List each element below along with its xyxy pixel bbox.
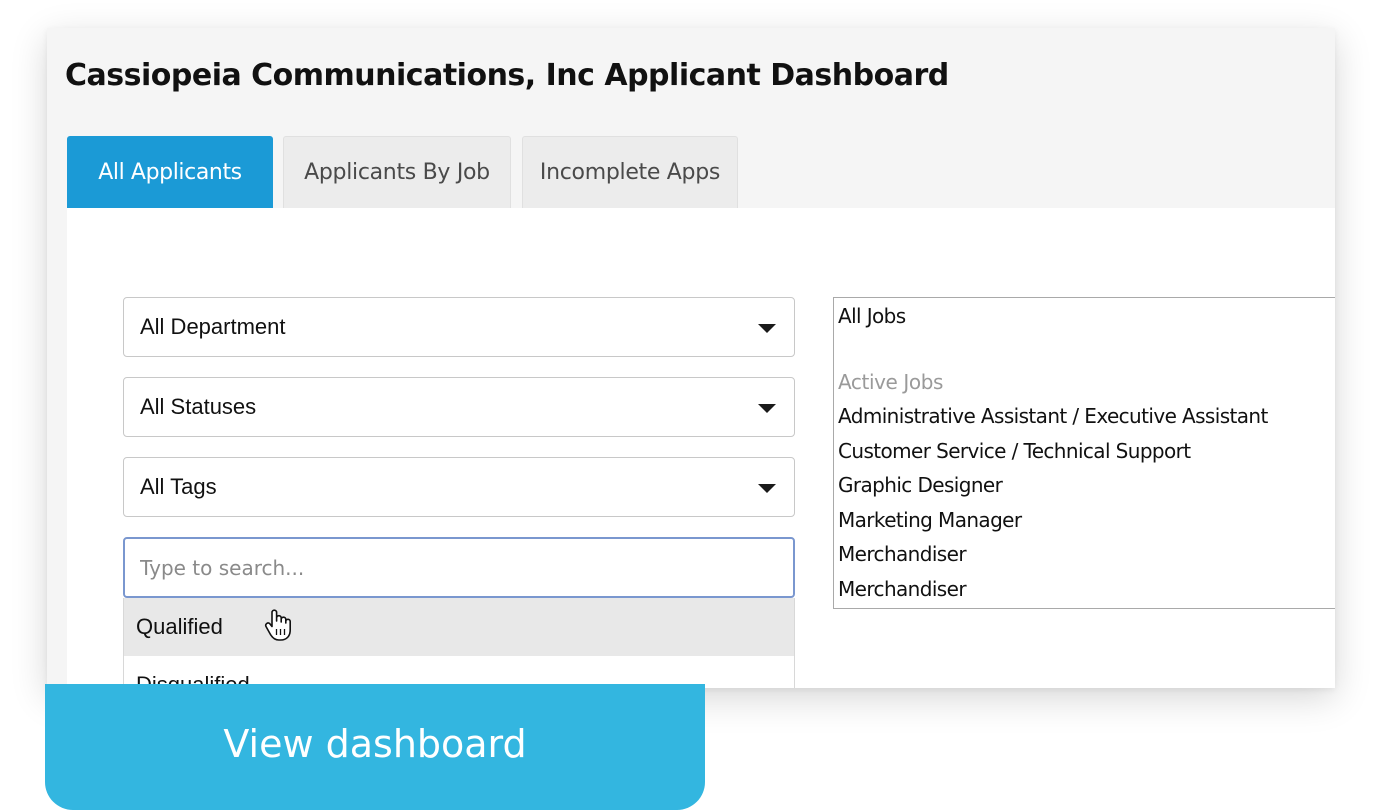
caret-down-icon	[758, 484, 776, 493]
tags-select-value: All Tags	[140, 474, 217, 499]
jobs-option[interactable]: Graphic Designer	[838, 468, 1335, 503]
dropdown-option-label: Qualified	[136, 614, 223, 639]
department-select-value: All Department	[140, 314, 286, 339]
caret-down-icon	[758, 324, 776, 333]
jobs-listbox[interactable]: All Jobs Active Jobs Administrative Assi…	[833, 297, 1335, 609]
status-select[interactable]: All Statuses	[123, 377, 795, 437]
tag-search-input[interactable]	[123, 537, 795, 598]
tags-select[interactable]: All Tags	[123, 457, 795, 517]
view-dashboard-button[interactable]: View dashboard	[45, 684, 705, 810]
jobs-option[interactable]: Merchandiser	[838, 537, 1335, 572]
jobs-option-all[interactable]: All Jobs	[838, 303, 1335, 329]
status-select-value: All Statuses	[140, 394, 257, 419]
jobs-option[interactable]: Administrative Assistant / Executive Ass…	[838, 399, 1335, 434]
jobs-group-label: Active Jobs	[838, 370, 944, 394]
hand-cursor-icon	[264, 609, 291, 641]
jobs-option[interactable]: Customer Service / Technical Support	[838, 434, 1335, 469]
caret-down-icon	[758, 404, 776, 413]
dropdown-option-qualified[interactable]: Qualified	[124, 598, 794, 656]
tab-all-applicants[interactable]: All Applicants	[67, 136, 273, 208]
page-title: Cassiopeia Communications, Inc Applicant…	[65, 58, 949, 93]
tab-incomplete-apps[interactable]: Incomplete Apps	[522, 136, 738, 208]
filters-panel: All Department All Statuses All Tags Qua…	[67, 208, 1335, 688]
tab-applicants-by-job[interactable]: Applicants By Job	[283, 136, 511, 208]
tag-search-dropdown: Qualified Disqualified	[123, 598, 795, 688]
jobs-option[interactable]: Merchandiser	[838, 572, 1335, 607]
department-select[interactable]: All Department	[123, 297, 795, 357]
dashboard-card: Cassiopeia Communications, Inc Applicant…	[47, 28, 1335, 688]
jobs-option[interactable]: Marketing Manager	[838, 503, 1335, 538]
